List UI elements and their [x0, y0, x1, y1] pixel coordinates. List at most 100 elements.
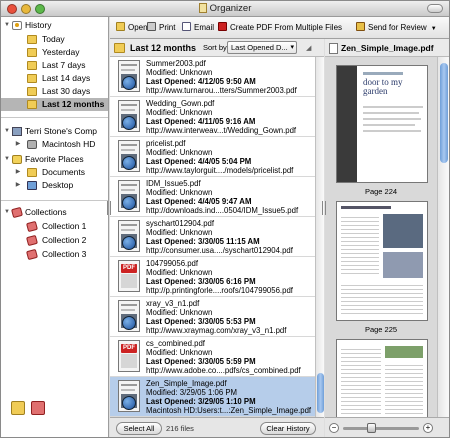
sidebar-item-desktop[interactable]: ▶ Desktop — [1, 179, 108, 192]
sidebar-item-yesterday[interactable]: Yesterday — [1, 46, 108, 59]
file-thumbnail: PDF — [118, 340, 140, 372]
file-row[interactable]: Wedding_Gown.pdf Modified: Unknown Last Op… — [110, 97, 315, 137]
disclosure-closed-icon[interactable]: ▶ — [14, 138, 22, 151]
disclosure-open-icon[interactable]: ▼ — [3, 153, 11, 166]
folder-icon — [27, 74, 37, 83]
sidebar-item-last-30-days[interactable]: Last 30 days — [1, 85, 108, 98]
disclosure-closed-icon[interactable]: ▶ — [14, 166, 22, 179]
dropdown-arrow-icon[interactable]: ▼ — [431, 26, 437, 32]
sidebar-item-history[interactable]: ▼ History — [1, 19, 108, 32]
new-folder-icon[interactable] — [11, 401, 25, 415]
sidebar-splitter[interactable] — [107, 201, 111, 215]
open-label: Open — [128, 23, 148, 32]
file-row[interactable]: Summer2003.pdf Modified: Unknown Last Open… — [110, 57, 315, 97]
file-list-scrollbar[interactable] — [315, 57, 324, 417]
disclosure-open-icon[interactable]: ▼ — [3, 206, 11, 219]
envelope-icon — [182, 22, 191, 31]
print-label: Print — [159, 23, 176, 32]
sidebar: ▼ History Today Yesterday Last 7 days La… — [1, 17, 109, 437]
sidebar-item-computer[interactable]: ▼ Terri Stone's Comp — [1, 125, 108, 138]
web-globe-icon — [122, 156, 136, 170]
print-button[interactable]: Print — [147, 22, 175, 34]
zoom-slider-handle[interactable] — [367, 423, 376, 433]
sidebar-item-collection-3[interactable]: Collection 3 — [1, 248, 108, 261]
sidebar-item-favorite-places[interactable]: ▼ Favorite Places — [1, 153, 108, 166]
text-line — [363, 124, 415, 126]
send-review-label: Send for Review — [368, 23, 427, 32]
file-modified: Modified: Unknown — [146, 68, 213, 77]
file-row[interactable]: syschart012904.pdf Modified: Unknown Last … — [110, 217, 315, 257]
divider — [1, 200, 108, 201]
window-title-text: Organizer — [209, 3, 252, 14]
create-pdf-button[interactable]: Create PDF From Multiple Files — [218, 22, 342, 34]
preview-scrollbar[interactable] — [437, 57, 449, 419]
file-last-opened: Last Opened: 3/30/05 5:59 PM — [146, 357, 256, 366]
disclosure-open-icon[interactable]: ▼ — [3, 125, 11, 138]
zoom-slider[interactable] — [343, 427, 419, 430]
new-collection-icon[interactable] — [31, 401, 45, 415]
select-all-button[interactable]: Select All — [116, 422, 162, 435]
sidebar-footer — [1, 391, 108, 437]
page-thumbnail-224[interactable]: door to my garden — [336, 65, 428, 183]
open-button[interactable]: Open — [116, 22, 148, 34]
disclosure-closed-icon[interactable]: ▶ — [14, 179, 22, 192]
favorites-icon — [12, 155, 22, 164]
file-row[interactable]: pricelist.pdf Modified: Unknown Last Opene… — [110, 137, 315, 177]
text-line — [363, 130, 421, 132]
sidebar-item-label: Last 30 days — [42, 86, 91, 96]
file-row[interactable]: PDF 104799056.pdf Modified: Unknown Last Op… — [110, 257, 315, 297]
text-line — [363, 106, 423, 108]
sidebar-item-label: Collection 2 — [42, 235, 87, 245]
zoom-out-icon[interactable]: − — [329, 423, 339, 433]
zoom-in-icon[interactable]: + — [423, 423, 433, 433]
scrollbar-thumb[interactable] — [440, 63, 448, 163]
sidebar-item-label: Yesterday — [42, 47, 80, 57]
open-folder-icon — [116, 22, 125, 31]
sidebar-item-label: Collection 1 — [42, 221, 87, 231]
sort-by-select[interactable]: Last Opened D... — [227, 41, 297, 54]
file-name: pricelist.pdf — [146, 139, 186, 148]
sidebar-item-last-14-days[interactable]: Last 14 days — [1, 72, 108, 85]
file-list-title: Last 12 months — [130, 43, 197, 53]
sidebar-item-label: Documents — [42, 167, 85, 177]
sidebar-item-last-7-days[interactable]: Last 7 days — [1, 59, 108, 72]
file-name: cs_combined.pdf — [146, 339, 205, 348]
send-for-review-button[interactable]: Send for Review ▼ — [356, 22, 437, 34]
sidebar-item-collection-1[interactable]: Collection 1 — [1, 220, 108, 233]
email-button[interactable]: Email — [182, 22, 214, 34]
scrollbar-thumb[interactable] — [317, 373, 324, 413]
sidebar-item-today[interactable]: Today — [1, 33, 108, 46]
sidebar-item-documents[interactable]: ▶ Documents — [1, 166, 108, 179]
file-path: http://www.xraymag.com/xray_v3_n1.pdf — [146, 326, 287, 335]
web-globe-icon — [122, 396, 136, 410]
page-thumbnails[interactable]: door to my garden Page 224 Page 225 — [325, 57, 437, 419]
toolbar-toggle-button[interactable] — [427, 4, 443, 13]
clear-history-button[interactable]: Clear History — [260, 422, 316, 435]
sidebar-item-label: History — [25, 20, 52, 30]
file-row[interactable]: Zen_Simple_Image.pdf Modified: 3/29/05 1:… — [110, 377, 315, 417]
file-row[interactable]: IDM_Issue5.pdf Modified: Unknown Last Open… — [110, 177, 315, 217]
file-row[interactable]: PDF cs_combined.pdf Modified: Unknown Last … — [110, 337, 315, 377]
sidebar-item-last-12-months[interactable]: Last 12 months — [1, 98, 108, 111]
preview-splitter[interactable] — [322, 201, 326, 215]
disclosure-open-icon[interactable]: ▼ — [3, 19, 11, 32]
folder-icon — [27, 100, 37, 109]
sidebar-item-macintosh-hd[interactable]: ▶ Macintosh HD — [1, 138, 108, 151]
toolbar: Open Print Email Create PDF From Multipl… — [110, 17, 449, 39]
file-list[interactable]: Summer2003.pdf Modified: Unknown Last Open… — [110, 57, 315, 417]
sidebar-item-label: Today — [42, 34, 65, 44]
sidebar-item-collections[interactable]: ▼ Collections — [1, 206, 108, 219]
text-column — [341, 346, 381, 416]
page-thumbnail-226[interactable] — [336, 339, 428, 419]
title-bar: Organizer — [1, 1, 449, 17]
file-name: xray_v3_n1.pdf — [146, 299, 200, 308]
file-name: 104799056.pdf — [146, 259, 199, 268]
text-line — [363, 112, 419, 114]
file-path: http://www.interweav...t/Wedding_Gown.pd… — [146, 126, 297, 135]
file-row[interactable]: xray_v3_n1.pdf Modified: Unknown Last Open… — [110, 297, 315, 337]
sort-direction-icon[interactable]: ◢ — [306, 44, 311, 52]
sidebar-item-collection-2[interactable]: Collection 2 — [1, 234, 108, 247]
page-thumbnail-225[interactable] — [336, 201, 428, 321]
text-column — [385, 362, 423, 416]
file-path: http://www.adobe.co....pdfs/cs_combined.… — [146, 366, 301, 375]
